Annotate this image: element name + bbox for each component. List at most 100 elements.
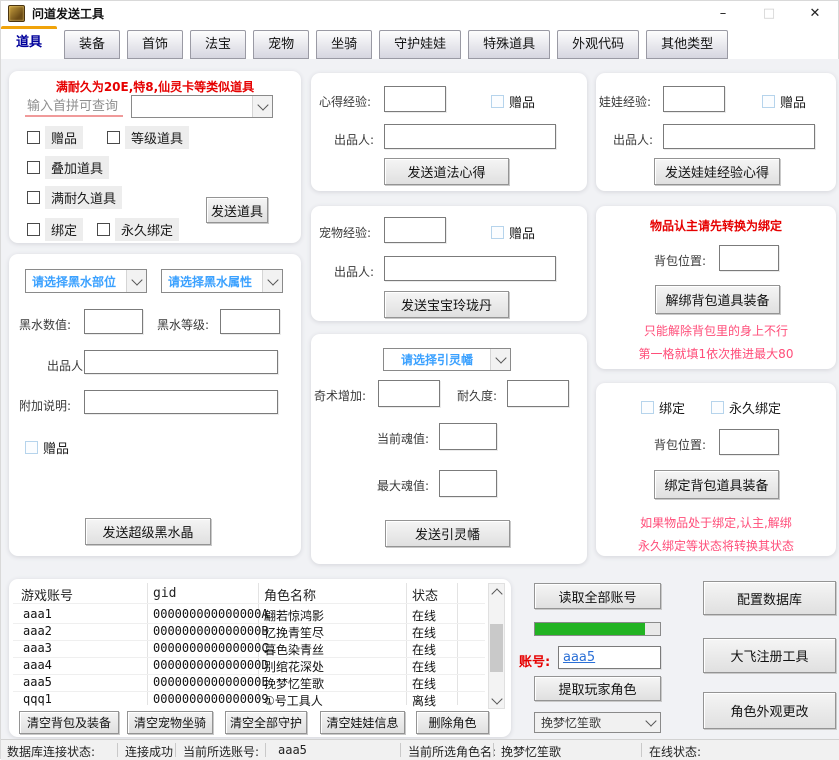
blackwater-note-input[interactable]: [84, 390, 278, 414]
checkbox-icon: [25, 441, 38, 454]
skill-add-input[interactable]: [378, 380, 440, 407]
bind-checkbox[interactable]: 绑定: [27, 218, 83, 241]
send-banner-button[interactable]: 发送引灵幡: [385, 520, 510, 547]
current-soul-input[interactable]: [439, 423, 497, 450]
insight-gift-checkbox[interactable]: 赠品: [491, 92, 535, 111]
content-area: 满耐久为20E,特8,仙灵卡等类似道具 赠品 等级道具 叠加道具 满耐久道具 绑…: [1, 59, 839, 739]
pet-gift-checkbox[interactable]: 赠品: [491, 223, 535, 242]
stack-item-checkbox[interactable]: 叠加道具: [27, 156, 109, 179]
send-pet-pill-button[interactable]: 发送宝宝玲珑丹: [384, 291, 509, 318]
chevron-down-icon: [641, 713, 660, 732]
maximize-button[interactable]: □: [746, 1, 792, 25]
producer-label: 出品人:: [47, 357, 87, 374]
insight-exp-input[interactable]: [384, 86, 446, 112]
banner-select[interactable]: 请选择引灵幡: [383, 348, 511, 371]
durability-input[interactable]: [507, 380, 569, 407]
checkbox-icon: [27, 191, 40, 204]
item-hint-text: 满耐久为20E,特8,仙灵卡等类似道具: [9, 78, 301, 95]
bind-note-2: 永久绑定等状态将转换其状态: [596, 537, 836, 554]
selected-account-value: aaa5: [278, 743, 307, 757]
checkbox-icon: [711, 401, 724, 414]
insight-panel: 心得经验: 赠品 出品人: 发送道法心得: [311, 73, 587, 191]
send-doll-exp-button[interactable]: 发送娃娃经验心得: [654, 158, 780, 185]
tab-equipment[interactable]: 装备: [64, 30, 120, 59]
clear-guardian-button[interactable]: 清空全部守护: [225, 711, 307, 734]
close-button[interactable]: ✕: [792, 1, 838, 25]
blackwater-part-select[interactable]: 请选择黑水部位: [25, 269, 147, 293]
insight-producer-input[interactable]: [384, 124, 556, 149]
bind-button[interactable]: 绑定背包道具装备: [654, 470, 779, 499]
perm-bind-checkbox[interactable]: 永久绑定: [97, 218, 179, 241]
tab-other-types[interactable]: 其他类型: [646, 30, 728, 59]
blackwater-value-label: 黑水数值:: [19, 316, 71, 333]
account-input[interactable]: [558, 646, 661, 669]
delete-role-button[interactable]: 删除角色: [416, 711, 489, 734]
send-insight-button[interactable]: 发送道法心得: [384, 158, 509, 185]
scroll-up-icon[interactable]: [489, 584, 504, 600]
tab-pets[interactable]: 宠物: [253, 30, 309, 59]
pet-exp-input[interactable]: [384, 217, 446, 243]
bind-position-input[interactable]: [719, 429, 779, 455]
producer-label: 出品人:: [334, 263, 374, 280]
unbind-note-2: 第一格就填1依次推进最大80: [596, 345, 836, 362]
bind-checkbox[interactable]: 绑定: [641, 398, 685, 417]
insight-exp-label: 心得经验:: [319, 93, 371, 110]
blackwater-producer-input[interactable]: [84, 350, 278, 374]
read-all-accounts-button[interactable]: 读取全部账号: [534, 583, 661, 609]
perm-bind-checkbox[interactable]: 永久绑定: [711, 398, 781, 417]
extract-roles-button[interactable]: 提取玩家角色: [534, 676, 661, 701]
unbind-position-input[interactable]: [719, 245, 779, 271]
config-database-button[interactable]: 配置数据库: [703, 581, 836, 615]
doll-exp-label: 娃娃经验:: [599, 93, 651, 110]
clear-bag-button[interactable]: 清空背包及装备: [19, 711, 119, 734]
appearance-change-button[interactable]: 角色外观更改: [703, 692, 836, 729]
blackwater-attr-select[interactable]: 请选择黑水属性: [161, 269, 283, 293]
scrollbar-thumb[interactable]: [490, 624, 503, 672]
clear-pet-mount-button[interactable]: 清空宠物坐骑: [127, 711, 213, 734]
unbind-panel: 物品认主请先转换为绑定 背包位置: 解绑背包道具装备 只能解除背包里的身上不行 …: [596, 206, 836, 369]
clear-doll-info-button[interactable]: 清空娃娃信息: [320, 711, 405, 734]
tab-special-items[interactable]: 特殊道具: [468, 30, 550, 59]
tab-jewelry[interactable]: 首饰: [127, 30, 183, 59]
tab-appearance-codes[interactable]: 外观代码: [557, 30, 639, 59]
level-item-checkbox[interactable]: 等级道具: [107, 126, 189, 149]
scroll-down-icon[interactable]: [489, 692, 504, 708]
send-blackwater-button[interactable]: 发送超级黑水晶: [85, 518, 211, 545]
checkbox-icon: [27, 161, 40, 174]
bind-panel: 绑定 永久绑定 背包位置: 绑定背包道具装备 如果物品处于绑定,认主,解绑 永久…: [596, 383, 836, 556]
gift-checkbox[interactable]: 赠品: [27, 126, 83, 149]
pet-producer-input[interactable]: [384, 256, 556, 281]
minimize-button[interactable]: –: [700, 1, 746, 25]
tab-mounts[interactable]: 坐骑: [316, 30, 372, 59]
col-header-gid: gid: [153, 586, 176, 601]
account-table-panel: 游戏账号 gid 角色名称 状态 aaa1 000000000000000A 翩…: [9, 579, 511, 737]
doll-gift-checkbox[interactable]: 赠品: [762, 92, 806, 111]
tab-guardian-dolls[interactable]: 守护娃娃: [379, 30, 461, 59]
item-search-input[interactable]: [25, 97, 123, 117]
checkbox-icon: [491, 226, 504, 239]
full-durability-checkbox[interactable]: 满耐久道具: [27, 186, 122, 209]
bind-note-1: 如果物品处于绑定,认主,解绑: [596, 514, 836, 531]
max-soul-input[interactable]: [439, 470, 497, 497]
table-scrollbar[interactable]: [488, 583, 505, 709]
tab-bar: 道具 装备 首饰 法宝 宠物 坐骑 守护娃娃 特殊道具 外观代码 其他类型: [1, 25, 838, 59]
col-header-role: 角色名称: [264, 585, 316, 604]
bag-position-label: 背包位置:: [654, 436, 706, 453]
blackwater-gift-checkbox[interactable]: 赠品: [25, 438, 69, 457]
unbind-button[interactable]: 解绑背包道具装备: [655, 285, 780, 314]
chevron-down-icon: [262, 270, 282, 292]
role-select[interactable]: 挽梦忆笙歌: [534, 712, 661, 733]
tab-items[interactable]: 道具: [1, 26, 57, 59]
doll-producer-input[interactable]: [663, 124, 815, 149]
doll-exp-input[interactable]: [663, 86, 725, 112]
max-soul-label: 最大魂值:: [377, 477, 429, 494]
title-bar: 问道发送工具 – □ ✕: [1, 1, 838, 25]
send-item-button[interactable]: 发送道具: [206, 197, 268, 223]
register-tool-button[interactable]: 大飞注册工具: [703, 638, 836, 673]
status-bar: 数据库连接状态: 连接成功 当前所选账号: aaa5 当前所选角色名: 挽梦忆笙…: [1, 739, 839, 760]
tab-treasure[interactable]: 法宝: [190, 30, 246, 59]
item-select[interactable]: [131, 95, 273, 118]
blackwater-level-input[interactable]: [220, 309, 280, 334]
blackwater-value-input[interactable]: [84, 309, 143, 334]
selected-account-label: 当前所选账号:: [183, 743, 259, 760]
